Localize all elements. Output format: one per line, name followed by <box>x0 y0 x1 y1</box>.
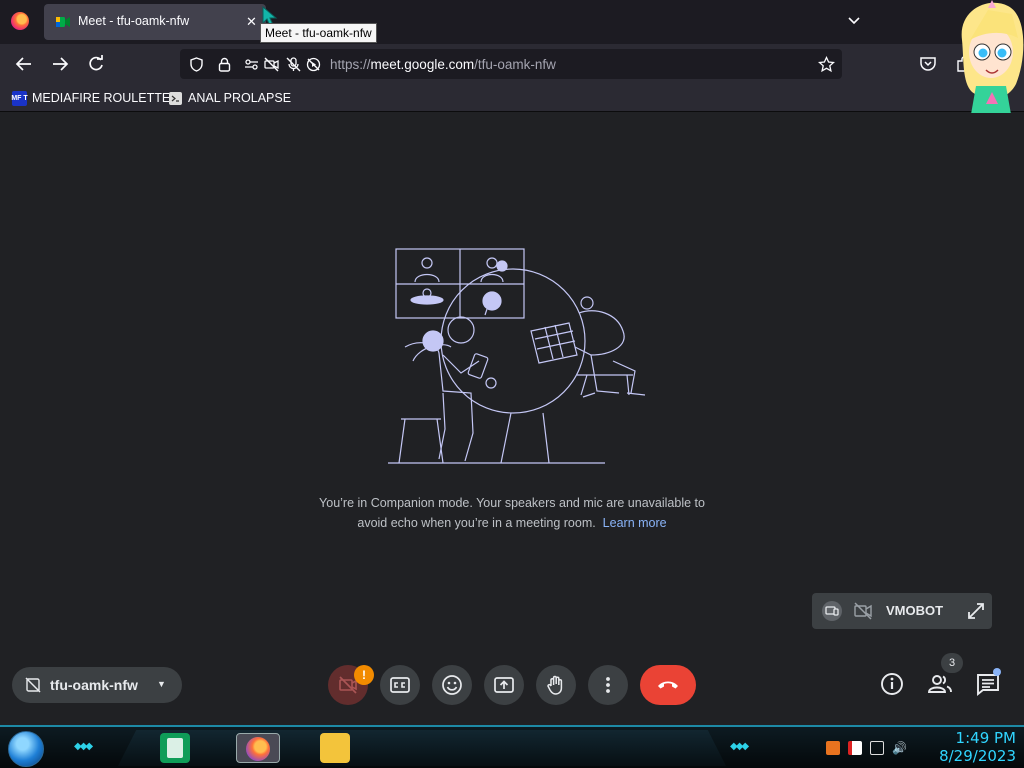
tab-bar: Meet - tfu-oamk-nfw ✕ <box>0 0 1024 44</box>
emoji-icon <box>442 675 462 695</box>
expand-icon[interactable] <box>966 601 986 621</box>
captions-button[interactable] <box>380 665 420 705</box>
shield-icon[interactable] <box>189 57 204 72</box>
action-center-flag-icon[interactable] <box>848 741 862 755</box>
navigation-toolbar: https://meet.google.com/tfu-oamk-nfw <box>0 44 1024 84</box>
url-path: /tfu-oamk-nfw <box>474 57 556 72</box>
clock[interactable]: 1:49 PM 8/29/2023 <box>930 729 1016 765</box>
firefox-icon <box>246 737 270 761</box>
companion-mode-message: You’re in Companion mode. Your speakers … <box>312 493 712 533</box>
learn-more-link[interactable]: Learn more <box>603 516 667 530</box>
meeting-code: tfu-oamk-nfw <box>50 677 138 693</box>
system-tray: 🔊 <box>826 741 907 755</box>
forward-arrow-icon[interactable] <box>51 55 69 73</box>
back-arrow-icon[interactable] <box>15 55 33 73</box>
taskbar: ◆◆◆ ◆◆◆ 🔊 1:49 PM 8/29/2023 <box>0 725 1024 768</box>
more-vert-icon <box>606 677 610 693</box>
tab-title: Meet - tfu-oamk-nfw <box>78 14 190 28</box>
meet-stage: You’re in Companion mode. Your speakers … <box>0 113 1024 725</box>
raise-hand-icon <box>547 675 563 695</box>
reload-icon[interactable] <box>87 55 105 73</box>
network-icon[interactable] <box>870 741 884 755</box>
camera-alert-badge[interactable]: ! <box>354 665 374 685</box>
tab-close-icon[interactable]: ✕ <box>246 14 257 30</box>
taskbar-file-explorer[interactable] <box>320 733 350 763</box>
participant-tile[interactable]: VMOBOT <box>812 593 992 629</box>
volume-icon[interactable]: 🔊 <box>892 741 907 755</box>
lock-icon[interactable] <box>217 57 232 72</box>
people-icon[interactable] <box>927 671 953 697</box>
present-screen-icon <box>494 677 514 693</box>
participant-count-badge: 3 <box>941 653 963 673</box>
more-options-button[interactable] <box>588 665 628 705</box>
sheets-icon <box>167 738 183 758</box>
taskbar-sheets-app[interactable] <box>160 733 190 763</box>
permissions-icon[interactable] <box>244 57 259 72</box>
participant-name: VMOBOT <box>886 603 944 618</box>
companion-mode-illustration <box>388 248 646 464</box>
bookmark-page[interactable]: ANAL PROLAPSE <box>168 90 291 106</box>
url-host: meet.google.com <box>370 57 475 72</box>
caret-down-icon: ▼ <box>157 679 166 689</box>
autoplay-blocked-icon[interactable] <box>306 57 321 72</box>
chevron-decoration-icon: ◆◆◆ <box>74 741 93 752</box>
url-scheme: https:// <box>330 57 371 72</box>
present-screen-button[interactable] <box>484 665 524 705</box>
companion-device-icon <box>822 601 842 621</box>
clock-date: 8/29/2023 <box>939 747 1016 765</box>
meeting-details-button[interactable]: tfu-oamk-nfw ▼ <box>12 667 182 703</box>
page-icon <box>169 91 182 105</box>
url-bar[interactable]: https://meet.google.com/tfu-oamk-nfw <box>180 49 842 79</box>
chat-notification-dot <box>993 668 1001 676</box>
meeting-info-icon[interactable] <box>879 671 905 697</box>
closed-captions-icon <box>390 677 410 693</box>
camera-blocked-icon[interactable] <box>264 57 279 72</box>
java-icon[interactable] <box>826 741 840 755</box>
companion-mode-off-icon <box>25 677 41 693</box>
bookmarks-toolbar: MF T MEDIAFIRE ROULETTER ANAL PROLAPSE <box>0 84 1024 112</box>
bookmark-label: MEDIAFIRE ROULETTER <box>32 91 180 105</box>
firefox-icon[interactable] <box>11 12 29 30</box>
task-strip <box>118 730 726 766</box>
pocket-icon[interactable] <box>919 55 937 73</box>
raise-hand-button[interactable] <box>536 665 576 705</box>
start-button[interactable] <box>8 731 44 767</box>
camera-off-icon <box>854 602 872 620</box>
cartoon-character-image <box>961 0 1024 120</box>
hang-up-icon <box>658 681 678 689</box>
mediafire-icon: MF T <box>11 90 28 106</box>
tab-tooltip: Meet - tfu-oamk-nfw <box>260 23 377 43</box>
bookmark-mediafire[interactable]: MF T MEDIAFIRE ROULETTER <box>11 90 180 106</box>
url-text[interactable]: https://meet.google.com/tfu-oamk-nfw <box>330 57 556 72</box>
bookmark-label: ANAL PROLAPSE <box>188 91 292 105</box>
tab-meet[interactable]: Meet - tfu-oamk-nfw ✕ <box>44 4 266 40</box>
taskbar-firefox-app[interactable] <box>236 733 280 763</box>
chevron-down-icon[interactable] <box>846 12 862 28</box>
leave-call-button[interactable] <box>640 665 696 705</box>
reactions-button[interactable] <box>432 665 472 705</box>
chevron-decoration-icon: ◆◆◆ <box>730 741 749 752</box>
google-meet-icon <box>56 17 70 27</box>
clock-time: 1:49 PM <box>955 729 1016 747</box>
microphone-blocked-icon[interactable] <box>286 57 301 72</box>
bookmark-star-icon[interactable] <box>818 56 835 73</box>
